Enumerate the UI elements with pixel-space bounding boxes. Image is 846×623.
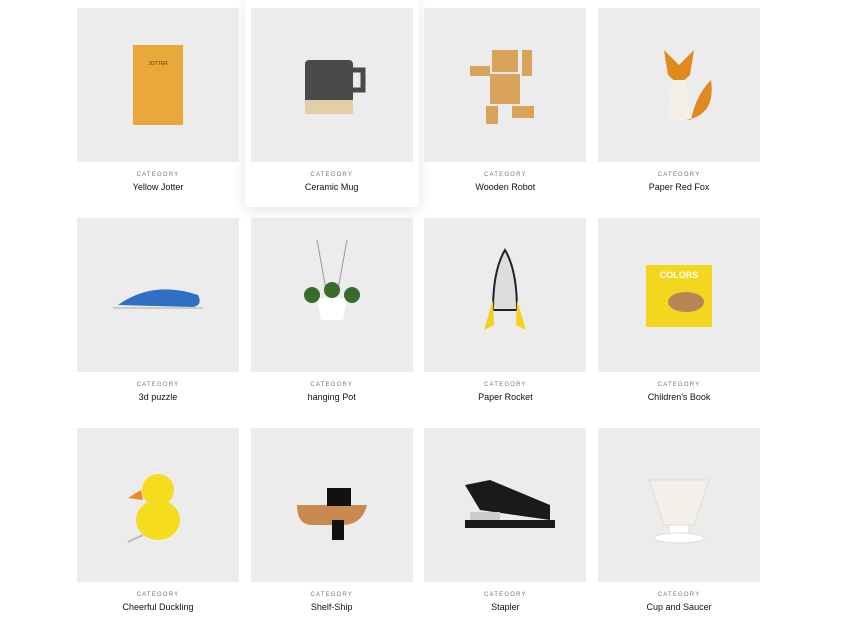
product-card[interactable]: CATEGORY hanging Pot bbox=[250, 218, 413, 402]
cup-icon bbox=[648, 479, 710, 544]
product-card[interactable]: CATEGORY Paper Red Fox bbox=[598, 8, 761, 192]
product-image[interactable] bbox=[598, 428, 761, 582]
product-name[interactable]: Ceramic Mug bbox=[251, 182, 413, 192]
product-name[interactable]: Shelf-Ship bbox=[251, 602, 413, 612]
plant-icon bbox=[303, 240, 360, 320]
shelf-icon bbox=[296, 488, 367, 540]
whale-icon bbox=[113, 289, 203, 309]
product-category: CATEGORY bbox=[310, 382, 354, 388]
book-icon: COLORS bbox=[646, 265, 713, 327]
product-category: CATEGORY bbox=[657, 172, 701, 178]
product-card[interactable]: JOTTER CATEGORY Yellow Jotter bbox=[77, 8, 239, 192]
product-image[interactable] bbox=[250, 218, 413, 372]
product-name[interactable]: Cup and Saucer bbox=[598, 602, 760, 612]
product-category: CATEGORY bbox=[136, 592, 180, 598]
product-category: CATEGORY bbox=[310, 592, 354, 598]
product-image[interactable]: COLORS bbox=[598, 218, 761, 372]
robot-icon bbox=[470, 50, 535, 124]
product-name[interactable]: hanging Pot bbox=[251, 392, 413, 402]
fox-icon bbox=[664, 50, 712, 120]
duck-icon bbox=[127, 474, 180, 543]
product-card[interactable]: CATEGORY Shelf-Ship bbox=[250, 428, 413, 612]
product-card[interactable]: COLORS CATEGORY Children's Book bbox=[598, 218, 761, 402]
product-card[interactable]: CATEGORY Ceramic Mug bbox=[244, 0, 419, 207]
product-category: CATEGORY bbox=[310, 172, 354, 178]
mug-icon bbox=[304, 60, 366, 114]
product-card[interactable]: CATEGORY Cheerful Duckling bbox=[77, 428, 239, 612]
product-name[interactable]: Cheerful Duckling bbox=[77, 602, 239, 612]
stapler-icon bbox=[465, 480, 556, 528]
product-image[interactable] bbox=[424, 8, 587, 162]
product-image[interactable] bbox=[424, 218, 587, 372]
product-category: CATEGORY bbox=[657, 382, 701, 388]
product-name[interactable]: Paper Rocket bbox=[424, 392, 586, 402]
product-name[interactable]: Paper Red Fox bbox=[598, 182, 760, 192]
product-image[interactable] bbox=[77, 218, 239, 372]
product-image[interactable] bbox=[250, 428, 413, 582]
product-name[interactable]: Yellow Jotter bbox=[77, 182, 239, 192]
product-name[interactable]: Children's Book bbox=[598, 392, 760, 402]
product-image[interactable] bbox=[598, 8, 761, 162]
product-image[interactable] bbox=[424, 428, 587, 582]
product-grid: JOTTER CATEGORY Yellow Jotter CATEGORY C… bbox=[77, 0, 761, 612]
product-category: CATEGORY bbox=[136, 382, 180, 388]
product-card[interactable]: CATEGORY Wooden Robot bbox=[424, 8, 587, 192]
product-category: CATEGORY bbox=[484, 592, 527, 598]
product-card[interactable]: CATEGORY Paper Rocket bbox=[424, 218, 587, 402]
product-card[interactable]: CATEGORY Cup and Saucer bbox=[598, 428, 761, 612]
svg-text:COLORS: COLORS bbox=[660, 270, 699, 280]
notebook-icon: JOTTER bbox=[133, 45, 183, 125]
product-name[interactable]: Wooden Robot bbox=[424, 182, 586, 192]
product-card[interactable]: CATEGORY Stapler bbox=[424, 428, 587, 612]
product-category: CATEGORY bbox=[657, 592, 701, 598]
product-card[interactable]: CATEGORY 3d puzzle bbox=[77, 218, 239, 402]
rocket-icon bbox=[484, 248, 527, 330]
product-name[interactable]: Stapler bbox=[424, 602, 586, 612]
product-category: CATEGORY bbox=[484, 382, 527, 388]
product-image[interactable]: JOTTER bbox=[77, 8, 239, 162]
product-image[interactable] bbox=[250, 8, 413, 162]
product-name[interactable]: 3d puzzle bbox=[77, 392, 239, 402]
product-category: CATEGORY bbox=[136, 172, 180, 178]
product-image[interactable] bbox=[77, 428, 239, 582]
product-category: CATEGORY bbox=[484, 172, 527, 178]
svg-text:JOTTER: JOTTER bbox=[148, 61, 168, 67]
